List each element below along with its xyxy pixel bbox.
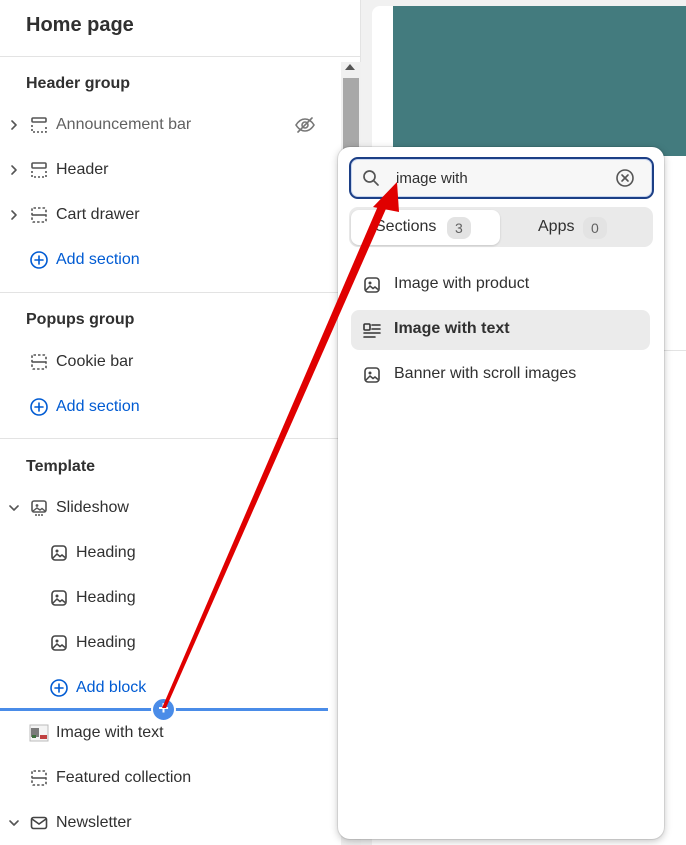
section-header-icon <box>31 162 47 178</box>
section-announcement-bar[interactable]: Announcement bar <box>0 105 330 145</box>
add-section-popover <box>338 147 664 839</box>
result-label: Image with product <box>394 275 530 292</box>
section-cookie-bar[interactable]: Cookie bar <box>0 342 330 382</box>
block-heading[interactable]: Heading <box>0 623 330 663</box>
mail-icon <box>30 816 48 830</box>
tab-apps-label[interactable]: Apps <box>538 218 574 236</box>
title-divider <box>0 56 361 57</box>
template-group-title: Template <box>26 458 96 475</box>
chevron-right-icon[interactable] <box>6 117 22 133</box>
section-featured-collection[interactable]: Featured collection <box>0 758 330 798</box>
popups-group-title: Popups group <box>26 311 135 328</box>
header-group-title: Header group <box>26 75 131 92</box>
search-input[interactable] <box>349 157 654 199</box>
block-label: Heading <box>76 589 136 606</box>
tab-apps-count: 0 <box>583 217 607 239</box>
image-icon <box>51 545 67 561</box>
block-label: Heading <box>76 544 136 561</box>
add-section-button[interactable]: Add section <box>0 387 330 427</box>
tab-sections-count: 3 <box>447 217 471 239</box>
chevron-right-icon[interactable] <box>6 162 22 178</box>
search-value[interactable]: image with <box>396 170 468 187</box>
section-dashed-icon <box>31 117 47 133</box>
section-icon <box>31 207 47 223</box>
image-thumbnail <box>29 724 49 742</box>
section-label: Cart drawer <box>56 206 140 223</box>
preview-banner-image <box>393 6 686 156</box>
section-label: Newsletter <box>56 814 132 831</box>
result-image-with-product[interactable]: Image with product <box>351 265 650 305</box>
section-label: Slideshow <box>56 499 129 516</box>
section-label: Cookie bar <box>56 353 134 370</box>
insert-plus-icon[interactable]: + <box>151 697 176 722</box>
search-icon <box>363 170 379 186</box>
plus-circle-icon <box>30 398 48 416</box>
plus-circle-icon <box>50 679 68 697</box>
section-label: Announcement bar <box>56 116 192 133</box>
result-label: Image with text <box>394 320 510 337</box>
section-cart-drawer[interactable]: Cart drawer <box>0 195 330 235</box>
image-icon <box>364 367 380 383</box>
block-heading[interactable]: Heading <box>0 578 330 618</box>
group-divider <box>0 292 341 293</box>
add-section-button[interactable]: Add section <box>0 240 330 280</box>
add-section-label: Add section <box>56 398 140 415</box>
section-icon <box>31 354 47 370</box>
image-icon <box>364 277 380 293</box>
section-label: Image with text <box>56 724 164 741</box>
result-banner-with-scroll-images[interactable]: Banner with scroll images <box>351 355 650 395</box>
clear-search-icon[interactable] <box>615 168 635 188</box>
block-heading[interactable]: Heading <box>0 533 330 573</box>
text-image-icon <box>363 323 381 338</box>
plus-circle-icon <box>30 251 48 269</box>
chevron-right-icon[interactable] <box>6 207 22 223</box>
slideshow-icon <box>31 500 47 516</box>
chevron-down-icon[interactable] <box>6 815 22 831</box>
eye-hidden-icon[interactable] <box>294 114 316 136</box>
add-block-label: Add block <box>76 679 147 696</box>
scroll-up-arrow-icon[interactable] <box>345 64 355 70</box>
image-icon <box>51 590 67 606</box>
tab-sections-label[interactable]: Sections <box>375 218 436 236</box>
add-section-label: Add section <box>56 251 140 268</box>
block-label: Heading <box>76 634 136 651</box>
result-image-with-text[interactable]: Image with text <box>351 310 650 350</box>
group-divider <box>0 438 341 439</box>
section-label: Header <box>56 161 109 178</box>
result-label: Banner with scroll images <box>394 365 577 382</box>
section-newsletter[interactable]: Newsletter <box>0 803 330 843</box>
section-slideshow[interactable]: Slideshow <box>0 488 330 528</box>
image-icon <box>51 635 67 651</box>
page-title: Home page <box>26 14 134 36</box>
section-label: Featured collection <box>56 769 192 786</box>
section-icon <box>31 770 47 786</box>
chevron-down-icon[interactable] <box>6 500 22 516</box>
sidebar: Home page Header group Announcement bar … <box>0 0 361 845</box>
section-header[interactable]: Header <box>0 150 330 190</box>
